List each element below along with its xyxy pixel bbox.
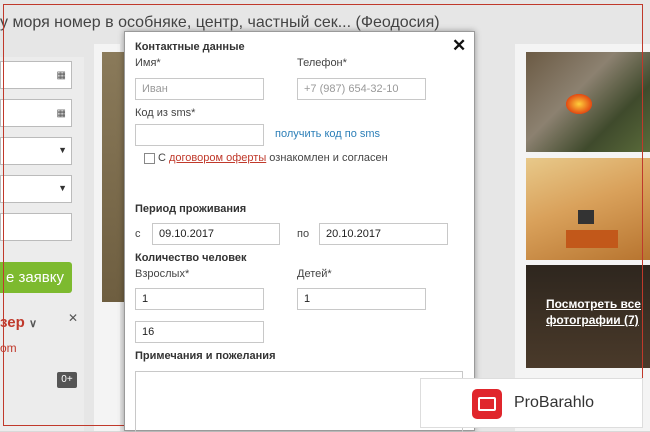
notes-textarea[interactable]: [135, 371, 463, 432]
calendar-icon: ▦: [56, 108, 66, 119]
adults-field[interactable]: 1: [135, 288, 264, 310]
watermark-text: ProBarahlo: [514, 394, 595, 411]
listing-title: у моря номер в особняке, центр, частный …: [0, 14, 440, 31]
chevron-down-icon: ∨: [28, 318, 37, 330]
partner-site-link[interactable]: om: [0, 341, 17, 355]
age-badge: 0+: [57, 372, 77, 388]
logo-inner-shape: [478, 397, 496, 411]
offer-link[interactable]: договором оферты: [169, 152, 266, 164]
photo-thumbnail-more[interactable]: Посмотреть все фотографии (7): [526, 265, 650, 368]
submit-request-button[interactable]: е заявку: [0, 262, 72, 293]
photo-thumbnail-room[interactable]: [526, 158, 650, 260]
children-select[interactable]: ▼: [0, 175, 72, 203]
watermark: ProBarahlo: [420, 378, 643, 428]
sidebar-input[interactable]: [0, 213, 72, 241]
adults-select[interactable]: ▼: [0, 137, 72, 165]
from-label: с: [135, 228, 141, 240]
photo-thumbnail-grill[interactable]: [526, 52, 650, 152]
contacts-header: Контактные данные: [135, 41, 245, 53]
main-photo[interactable]: [102, 52, 126, 302]
close-icon[interactable]: ✕: [68, 311, 78, 325]
close-icon[interactable]: ✕: [452, 37, 466, 54]
notes-header: Примечания и пожелания: [135, 350, 276, 362]
to-label: по: [297, 228, 310, 240]
period-header: Период проживания: [135, 203, 247, 215]
name-field[interactable]: Иван: [135, 78, 264, 100]
child-age-field[interactable]: 16: [135, 321, 264, 343]
children-label: Детей*: [297, 268, 332, 280]
checkout-date-field[interactable]: ▦: [0, 99, 72, 127]
probarahlo-logo-icon: [472, 389, 502, 419]
phone-label: Телефон*: [297, 57, 347, 69]
guests-header: Количество человек: [135, 252, 247, 264]
all-photos-link[interactable]: Посмотреть все фотографии (7): [546, 296, 641, 328]
chevron-down-icon: ▼: [58, 183, 67, 193]
chevron-down-icon: ▼: [58, 145, 67, 155]
booking-modal: ✕ Контактные данные Имя* Иван Телефон* +…: [124, 31, 475, 432]
date-from-field[interactable]: 09.10.2017: [152, 223, 280, 245]
offer-agreement-text: С договором оферты ознакомлен и согласен: [158, 152, 388, 164]
sms-label: Код из sms*: [135, 107, 196, 119]
partner-dropdown[interactable]: зер ∨: [0, 314, 37, 331]
adults-label: Взрослых*: [135, 268, 190, 280]
offer-checkbox[interactable]: [144, 153, 155, 164]
tv-graphic: [578, 210, 594, 224]
date-to-field[interactable]: 20.10.2017: [319, 223, 448, 245]
fire-graphic: [566, 94, 592, 114]
name-label: Имя*: [135, 57, 161, 69]
sms-code-field[interactable]: [135, 124, 264, 146]
children-field[interactable]: 1: [297, 288, 426, 310]
phone-field[interactable]: +7 (987) 654-32-10: [297, 78, 426, 100]
calendar-icon: ▦: [56, 70, 66, 81]
get-sms-code-link[interactable]: получить код по sms: [275, 128, 380, 140]
checkin-date-field[interactable]: ▦: [0, 61, 72, 89]
table-graphic: [566, 230, 618, 248]
